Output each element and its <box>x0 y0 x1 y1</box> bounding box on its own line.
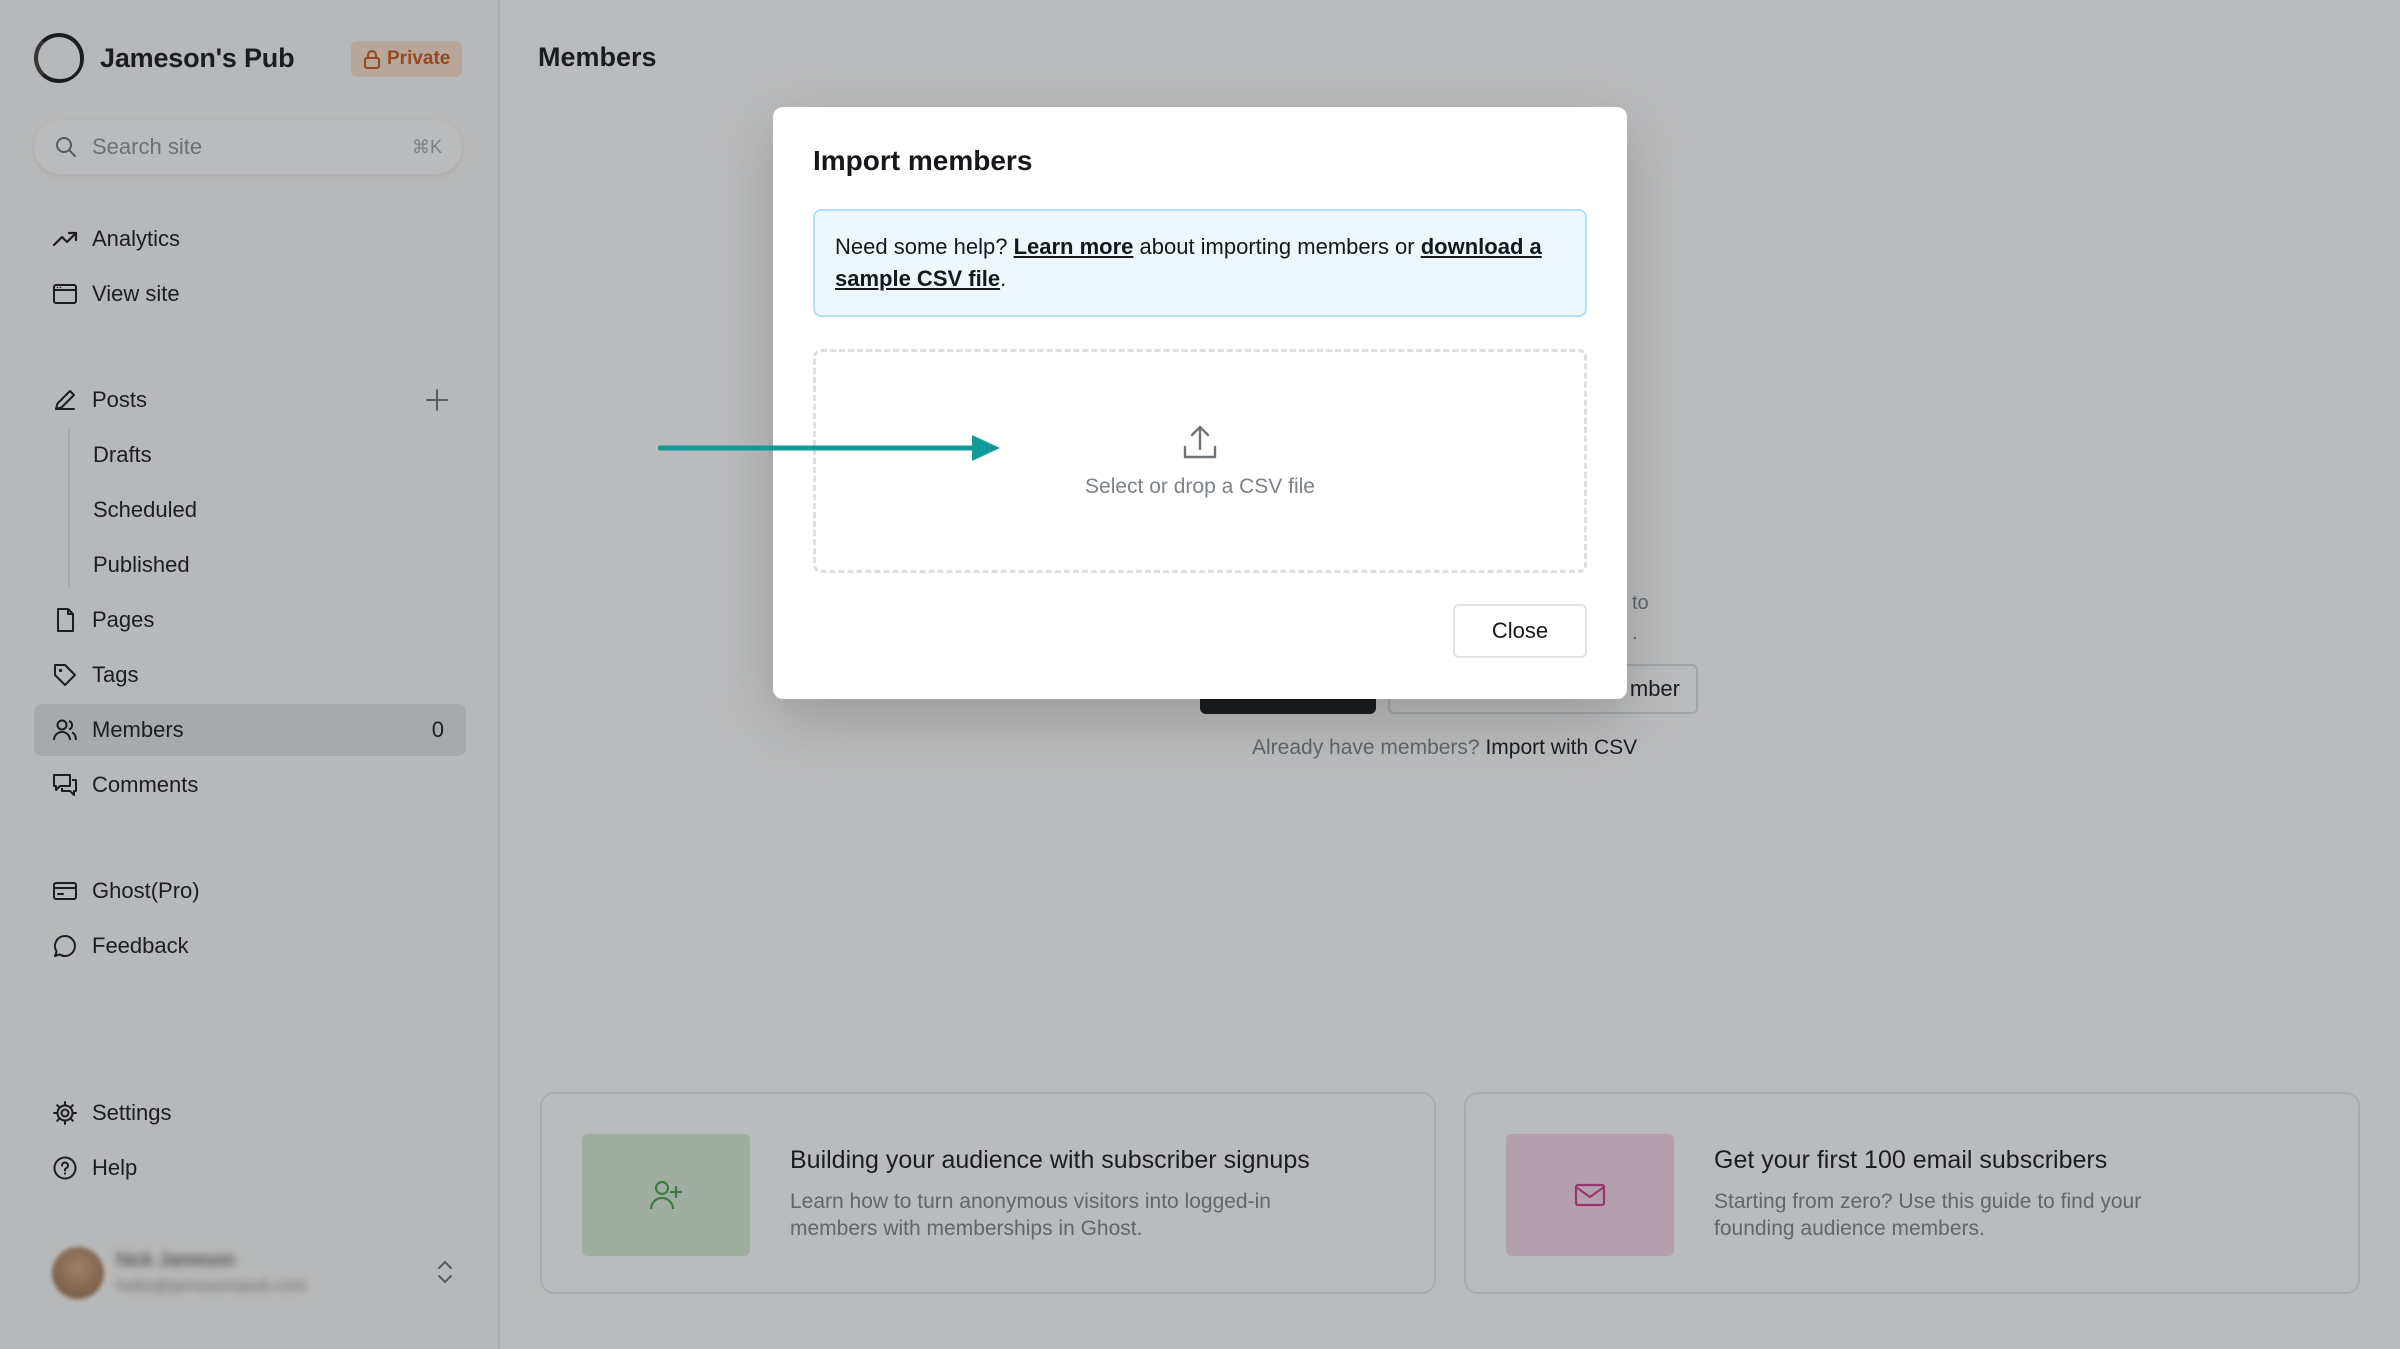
import-members-modal: Import members Need some help? Learn mor… <box>773 107 1627 699</box>
help-prefix: Need some help? <box>835 234 1014 259</box>
help-notice: Need some help? Learn more about importi… <box>813 209 1587 317</box>
upload-icon <box>1183 425 1217 459</box>
annotation-arrow-icon <box>658 435 1000 461</box>
close-button[interactable]: Close <box>1453 604 1587 658</box>
help-suffix: . <box>1000 266 1007 291</box>
learn-more-link[interactable]: Learn more <box>1014 234 1134 259</box>
help-middle: about importing members or <box>1133 234 1421 259</box>
modal-title: Import members <box>813 145 1033 176</box>
dropzone-label: Select or drop a CSV file <box>1085 475 1315 498</box>
